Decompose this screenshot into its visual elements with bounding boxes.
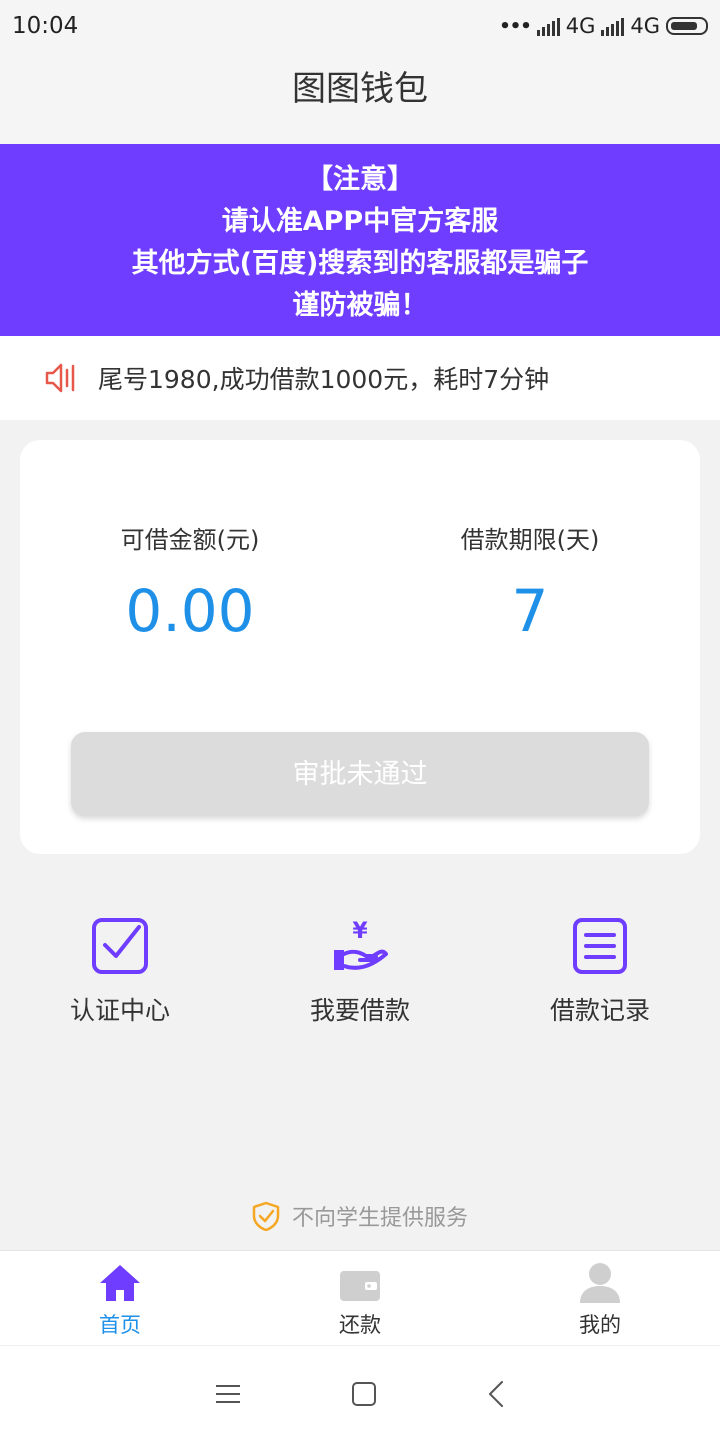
amount-stat: 可借金额(元) 0.00 [20, 520, 360, 645]
loan-ticker: 尾号1980,成功借款1000元，耗时7分钟 [0, 336, 720, 420]
tab-label: 我的 [579, 1313, 621, 1337]
student-disclaimer: 不向学生提供服务 [0, 1196, 720, 1236]
ticker-text: 尾号1980,成功借款1000元，耗时7分钟 [98, 365, 550, 394]
hand-money-icon: ¥ [334, 919, 388, 970]
amount-label: 可借金额(元) [120, 526, 260, 554]
svg-text:¥: ¥ [352, 919, 368, 944]
shield-check-icon [252, 1201, 280, 1231]
notice-line: 【注意】 [306, 164, 414, 195]
tab-label: 还款 [339, 1313, 381, 1337]
notice-line: 其他方式(百度)搜索到的客服都是骗子 [131, 248, 589, 279]
notice-line: 谨防被骗！ [292, 290, 428, 321]
status-bar: 10:04 ••• 4G 4G [0, 0, 720, 52]
battery-icon [666, 17, 708, 35]
tab-mine[interactable]: 我的 [480, 1251, 720, 1346]
tab-repay[interactable]: 还款 [240, 1251, 480, 1346]
document-list-icon [573, 918, 627, 974]
status-indicators: ••• 4G 4G [499, 14, 708, 38]
system-nav-bar [0, 1345, 720, 1441]
approval-status-button[interactable]: 审批未通过 [71, 732, 649, 816]
notice-banner: 【注意】 请认准APP中官方客服 其他方式(百度)搜索到的客服都是骗子 谨防被骗… [0, 144, 720, 336]
user-icon [580, 1263, 620, 1303]
signal-icon [601, 16, 625, 36]
term-value: 7 [511, 577, 549, 645]
signal-icon [536, 16, 560, 36]
quick-action-records[interactable]: 借款记录 [480, 915, 720, 1027]
bottom-tab-bar: 首页 还款 我的 [0, 1250, 720, 1346]
home-square-icon[interactable] [351, 1381, 377, 1407]
speaker-icon [45, 363, 75, 393]
term-stat: 借款期限(天) 7 [360, 520, 700, 645]
back-icon[interactable] [487, 1380, 505, 1408]
status-time: 10:04 [12, 13, 79, 39]
page-header: 图图钱包 [0, 52, 720, 144]
quick-action-label: 我要借款 [309, 996, 410, 1025]
quick-action-label: 认证中心 [69, 996, 170, 1025]
wallet-icon [340, 1271, 380, 1301]
network-label-1: 4G [565, 14, 596, 38]
network-label-2: 4G [630, 14, 660, 38]
quick-action-label: 借款记录 [549, 996, 650, 1025]
term-label: 借款期限(天) [460, 526, 600, 554]
more-dots-icon: ••• [499, 15, 532, 37]
amount-value: 0.00 [125, 577, 255, 645]
loan-card: 可借金额(元) 0.00 借款期限(天) 7 审批未通过 [20, 440, 700, 854]
disclaimer-text: 不向学生提供服务 [291, 1206, 468, 1231]
notice-line: 请认准APP中官方客服 [221, 206, 499, 237]
quick-action-verification[interactable]: 认证中心 [0, 915, 240, 1027]
menu-icon[interactable] [215, 1383, 241, 1405]
checkbox-icon [92, 918, 148, 974]
tab-home[interactable]: 首页 [0, 1251, 240, 1346]
home-icon [100, 1265, 140, 1301]
tab-label: 首页 [99, 1313, 141, 1337]
quick-action-borrow[interactable]: ¥ 我要借款 [240, 915, 480, 1027]
page-title: 图图钱包 [292, 69, 428, 109]
